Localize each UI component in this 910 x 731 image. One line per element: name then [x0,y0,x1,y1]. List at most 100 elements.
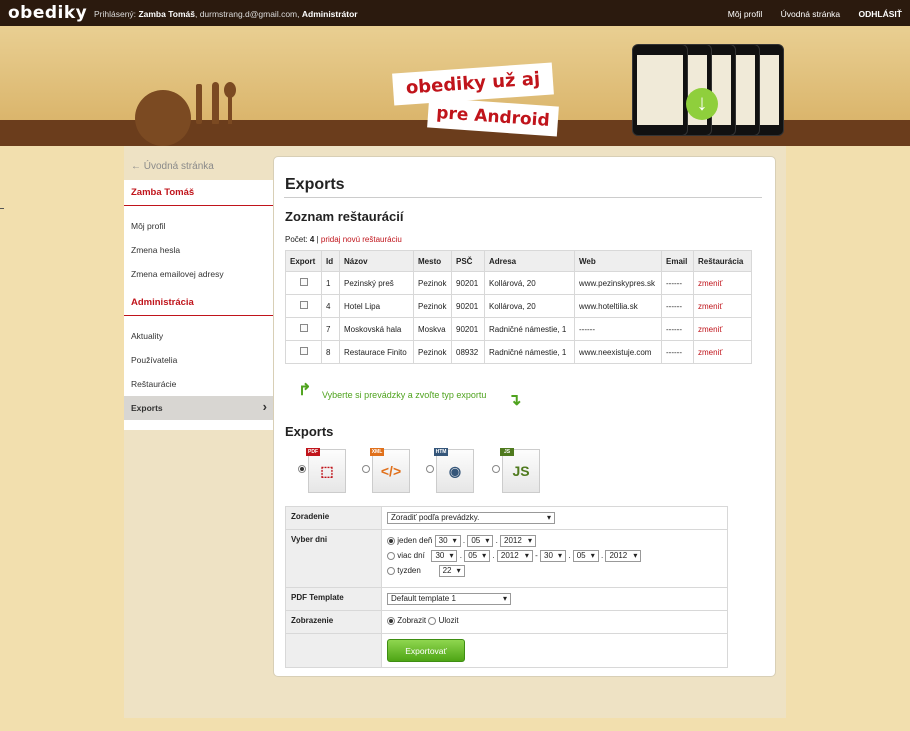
table-row: 4 Hotel Lipa Pezinok 90201 Kollárova, 20… [285,294,752,318]
table-row: 8 Restaurace Finito Pezinok 08932 Radnič… [285,340,752,364]
cell-email: ------ [661,317,694,341]
nav-my-profile[interactable]: Môj profil [728,9,762,19]
one-day-label: jeden deň [397,536,433,546]
cell-id: 7 [321,317,340,341]
week-label: tyzden [397,566,421,576]
banner: obediky už aj pre Android ↓ [0,26,910,146]
date-separator: . [495,536,498,546]
cell-web: www.hoteltilia.sk [574,294,662,318]
nav-home[interactable]: Úvodná stránka [781,9,841,19]
cell-city: Pezinok [413,294,452,318]
col-web: Web [574,250,662,272]
month-select[interactable]: 05 [467,535,494,547]
export-checkbox[interactable] [300,347,308,355]
table-header-row: Export Id Názov Mesto PSČ Adresa Web Ema… [285,250,752,272]
cell-name: Hotel Lipa [339,294,414,318]
sidebar-item-restaurants[interactable]: Reštaurácie [124,372,273,396]
exports-heading: Exports [285,424,334,439]
template-select[interactable]: Default template 1 [387,593,511,605]
count-label: Počet: [285,235,308,244]
format-radio-js[interactable] [492,465,500,473]
week-row: tyzden 22 [387,565,722,580]
sort-select[interactable]: Zoradiť podľa prevádzky. [387,512,555,524]
cell-city: Pezinok [413,271,452,295]
from-day-select[interactable]: 30 [431,550,458,562]
arrow-up-icon: ↱ [298,382,312,399]
sidebar-admin-section: Administrácia Aktuality Používatelia Reš… [124,290,273,430]
date-separator: . [568,551,571,561]
sidebar-item-change-password[interactable]: Zmena hesla [124,238,273,262]
table-row: 1 Pezinský preš Pezinok 90201 Kollárová,… [285,271,752,295]
cell-city: Pezinok [413,340,452,364]
format-radio-html[interactable] [426,465,434,473]
top-nav: Môj profil Úvodná stránka ODHLÁSIŤ [712,9,902,19]
week-select[interactable]: 22 [438,565,465,577]
from-month-select[interactable]: 05 [464,550,491,562]
export-button[interactable]: Exportovať [387,639,465,662]
logo[interactable]: obediky [8,3,87,23]
edit-link[interactable]: zmeniť [693,271,752,295]
add-restaurant-link[interactable]: pridaj novú reštauráciu [321,235,402,244]
display-show-radio[interactable] [387,616,395,625]
back-home-link[interactable]: ← Úvodná stránka [131,161,214,172]
year-select[interactable]: 2012 [500,535,537,547]
table-row: 7 Moskovská hala Moskva 90201 Radničné n… [285,317,752,341]
day-select[interactable]: 30 [434,535,461,547]
sidebar-user-heading: Zamba Tomáš [124,180,273,206]
to-day-select[interactable]: 30 [540,550,567,562]
user-name: Zamba Tomáš [138,9,195,19]
more-days-label: viac dní [397,551,425,561]
to-year-select[interactable]: 2012 [605,550,642,562]
cell-zip: 90201 [451,271,485,295]
pdf-icon[interactable]: PDF ⬚ [306,448,346,493]
col-email: Email [661,250,694,272]
xml-icon[interactable]: XML </> [370,448,410,493]
spoon-handle [228,96,232,124]
cell-address: Kollárová, 20 [484,271,575,295]
sidebar-item-news[interactable]: Aktuality [124,324,273,348]
chevron-right-icon: › [262,399,267,414]
cell-id: 1 [321,271,340,295]
nav-logout[interactable]: ODHLÁSIŤ [859,9,902,19]
cell-name: Moskovská hala [339,317,414,341]
cell-web: ------ [574,317,662,341]
sidebar-admin-heading: Administrácia [124,290,273,316]
range-separator: - [535,551,538,561]
export-checkbox[interactable] [300,301,308,309]
cell-name: Restaurace Finito [339,340,414,364]
format-radio-xml[interactable] [362,465,370,473]
export-checkbox[interactable] [300,278,308,286]
export-checkbox[interactable] [300,324,308,332]
html-icon[interactable]: HTM ◉ [434,448,474,493]
col-name: Názov [339,250,414,272]
edit-link[interactable]: zmeniť [693,317,752,341]
js-icon[interactable]: JS JS [500,448,540,493]
promo-line-1[interactable]: obediky už aj [392,62,554,106]
download-icon[interactable]: ↓ [686,88,718,120]
sidebar-item-change-email[interactable]: Zmena emailovej adresy [124,262,273,286]
sidebar-item-users[interactable]: Používatelia [124,348,273,372]
cell-city: Moskva [413,317,452,341]
display-save-radio[interactable] [428,616,437,625]
cell-email: ------ [661,294,694,318]
col-restaurant: Reštaurácia [693,250,752,272]
format-radio-pdf[interactable] [298,465,306,473]
col-address: Adresa [484,250,575,272]
one-day-radio[interactable] [387,537,395,545]
sidebar-item-my-profile[interactable]: Môj profil [124,214,273,238]
knife-icon [212,82,219,124]
col-export: Export [285,250,322,272]
sidebar-user-section: Zamba Tomáš Môj profil Zmena hesla Zmena… [124,180,273,296]
sort-label: Zoradenie [285,506,382,530]
edit-link[interactable]: zmeniť [693,340,752,364]
week-radio[interactable] [387,567,395,575]
more-days-radio[interactable] [387,552,395,560]
date-separator: . [459,551,462,561]
one-day-row: jeden deň 30 . 05 . 2012 [387,535,722,550]
page-title: Exports [285,176,345,193]
from-year-select[interactable]: 2012 [496,550,533,562]
sidebar-item-exports[interactable]: Exports › [124,396,273,420]
to-month-select[interactable]: 05 [572,550,599,562]
cell-id: 8 [321,340,340,364]
edit-link[interactable]: zmeniť [693,294,752,318]
